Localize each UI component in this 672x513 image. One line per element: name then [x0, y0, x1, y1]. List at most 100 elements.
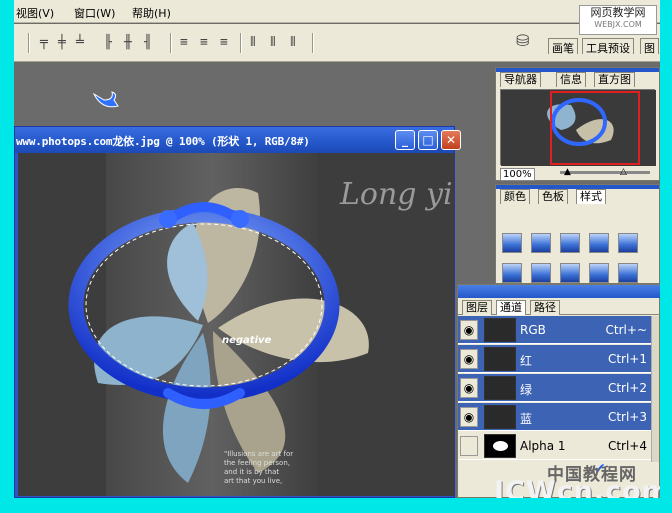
tab-navigator[interactable]: 导航器	[500, 72, 541, 87]
caption-line: art that you live,	[224, 477, 283, 485]
channel-name: Alpha 1	[520, 439, 566, 453]
palette-grip[interactable]	[458, 285, 660, 298]
channel-shortcut: Ctrl+1	[607, 352, 647, 366]
logo-text: negative	[222, 335, 272, 346]
tab-color[interactable]: 颜色	[500, 189, 530, 204]
distribute-hcenter-icon[interactable]: ⦀	[270, 35, 276, 50]
caption-line: the feeling person,	[224, 459, 291, 467]
distribute-top-icon[interactable]: ≡	[180, 35, 188, 50]
channel-row-red[interactable]: ◉ 红 Ctrl+1	[458, 345, 651, 373]
align-top-icon[interactable]: ╤	[40, 35, 48, 50]
navigator-palette: 导航器 信息 直方图 100% △ ▲	[495, 67, 660, 181]
eye-icon[interactable]: ◉	[460, 378, 478, 398]
menu-help[interactable]: 帮助(H)	[132, 5, 171, 21]
channel-thumbnail	[484, 376, 516, 400]
align-bottom-icon[interactable]: ╧	[76, 35, 84, 50]
style-swatch[interactable]	[560, 233, 580, 253]
eye-hidden-icon[interactable]: ◉	[460, 436, 478, 456]
style-swatch[interactable]	[502, 263, 522, 283]
watermark-badge: 网页教学网 WEBJX.COM	[579, 5, 657, 35]
channel-shortcut: Ctrl+2	[607, 381, 647, 395]
style-swatch[interactable]	[502, 233, 522, 253]
tab-info[interactable]: 信息	[556, 72, 586, 87]
watermark-url: WEBJX.COM	[594, 20, 642, 29]
tab-swatches[interactable]: 色板	[538, 189, 568, 204]
toolbar-separator	[28, 33, 30, 53]
channels-scrollbar[interactable]	[651, 316, 659, 462]
style-swatch[interactable]	[560, 263, 580, 283]
align-hcenter-icon[interactable]: ╫	[124, 35, 132, 50]
toolbar-separator	[312, 33, 314, 53]
channel-name: 蓝	[520, 412, 533, 426]
channel-thumbnail	[484, 405, 516, 429]
eye-icon[interactable]: ◉	[460, 320, 478, 340]
caption-line: and it is by that	[224, 468, 280, 476]
channel-thumbnail	[484, 318, 516, 342]
style-swatch[interactable]	[589, 233, 609, 253]
navigator-preview[interactable]	[500, 89, 656, 166]
distribute-bottom-icon[interactable]: ≡	[220, 35, 228, 50]
eye-icon[interactable]: ◉	[460, 349, 478, 369]
channel-row-blue[interactable]: ◉ 蓝 Ctrl+3	[458, 403, 651, 431]
watermark-title: 网页教学网	[590, 6, 646, 19]
channel-name: RGB	[520, 323, 546, 337]
style-swatch[interactable]	[618, 263, 638, 283]
channel-name: 绿	[520, 383, 533, 397]
photoshop-workspace: 视图(V) 窗口(W) 帮助(H) ╤ ╪ ╧ ╟ ╫ ╢ ≡ ≡ ≡ ⦀ ⦀ …	[14, 0, 660, 498]
align-right-icon[interactable]: ╢	[144, 35, 152, 50]
tab-histogram[interactable]: 直方图	[594, 72, 635, 87]
menu-bar: 视图(V) 窗口(W) 帮助(H)	[14, 0, 660, 23]
distribute-right-icon[interactable]: ⦀	[290, 35, 296, 50]
toolbar-separator	[170, 33, 172, 53]
align-vcenter-icon[interactable]: ╪	[58, 35, 66, 50]
tab-layer-comps[interactable]: 图	[640, 38, 659, 55]
channel-row-green[interactable]: ◉ 绿 Ctrl+2	[458, 374, 651, 402]
navigator-thumbnail	[501, 90, 656, 166]
close-icon[interactable]: ✕	[441, 130, 461, 150]
channel-shortcut: Ctrl+3	[607, 410, 647, 424]
tab-channels[interactable]: 通道	[496, 300, 526, 315]
distribute-left-icon[interactable]: ⦀	[250, 35, 256, 50]
navigator-zoom-field[interactable]: 100%	[500, 168, 535, 181]
document-title: www.photops.com龙依.jpg @ 100% (形状 1, RGB/…	[16, 135, 310, 148]
signature-text: Long yi	[340, 177, 453, 212]
watermark-en: JCWcn.com	[494, 476, 660, 498]
channels-tabs: 图层 通道 路径	[458, 298, 660, 315]
slider-thumb-icon[interactable]: △	[620, 167, 627, 177]
navigator-zoom-slider[interactable]	[560, 171, 650, 174]
tab-tool-presets[interactable]: 工具预设	[582, 38, 634, 55]
eye-icon[interactable]: ◉	[460, 407, 478, 427]
caption-line: "Illusions are art for	[224, 450, 294, 458]
toolbar-separator	[240, 33, 242, 53]
options-bar: ╤ ╪ ╧ ╟ ╫ ╢ ≡ ≡ ≡ ⦀ ⦀ ⦀ ⛁ 画笔 工具预设 图	[14, 24, 660, 62]
document-titlebar[interactable]: www.photops.com龙依.jpg @ 100% (形状 1, RGB/…	[15, 127, 461, 153]
menu-window[interactable]: 窗口(W)	[74, 5, 115, 21]
swoosh-arrow-icon	[92, 91, 119, 108]
tab-layers[interactable]: 图层	[462, 300, 492, 315]
tab-paths[interactable]: 路径	[530, 300, 560, 315]
style-swatch[interactable]	[618, 233, 638, 253]
distribute-vcenter-icon[interactable]: ≡	[200, 35, 208, 50]
styles-palette: 颜色 色板 样式	[495, 184, 660, 284]
image-canvas[interactable]: Long yi negative "Illusions are art for …	[18, 153, 454, 496]
channel-shortcut: Ctrl+~	[605, 323, 647, 337]
style-swatch[interactable]	[531, 233, 551, 253]
align-left-icon[interactable]: ╟	[104, 35, 112, 50]
tab-styles[interactable]: 样式	[576, 189, 606, 204]
zoom-out-icon[interactable]: ▲	[564, 167, 571, 177]
channel-row-alpha[interactable]: ◉ Alpha 1 Ctrl+4	[458, 432, 651, 460]
maximize-icon[interactable]: □	[418, 130, 438, 150]
style-swatch[interactable]	[589, 263, 609, 283]
minimize-icon[interactable]: _	[395, 130, 415, 150]
channel-thumbnail	[484, 347, 516, 371]
document-window[interactable]: www.photops.com龙依.jpg @ 100% (形状 1, RGB/…	[14, 126, 461, 498]
tab-brushes[interactable]: 画笔	[548, 38, 578, 55]
alpha-ellipse-icon	[493, 441, 508, 451]
menu-view[interactable]: 视图(V)	[16, 5, 54, 21]
style-swatch[interactable]	[531, 263, 551, 283]
channel-row-rgb[interactable]: ◉ RGB Ctrl+~	[458, 316, 651, 344]
channel-shortcut: Ctrl+4	[607, 439, 647, 453]
caption-text: "Illusions are art for the feeling perso…	[224, 450, 344, 486]
channel-name: 红	[520, 354, 533, 368]
file-browser-icon[interactable]: ⛁	[516, 33, 529, 49]
